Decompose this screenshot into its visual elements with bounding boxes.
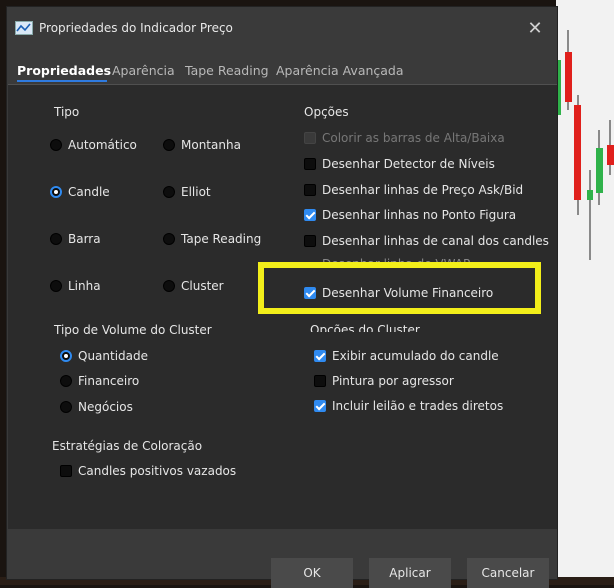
apply-button[interactable]: Aplicar [369,558,451,588]
cancel-button[interactable]: Cancelar [467,558,549,588]
tab-aparencia[interactable]: Aparência [112,63,175,78]
close-icon: ✕ [527,18,543,39]
checkbox-detector-niveis-label: Desenhar Detector de Níveis [322,157,495,171]
background-chart [556,0,614,585]
radio-tape-reading-label: Tape Reading [181,232,262,246]
title-bar[interactable]: Propriedades do Indicador Preço ✕ [7,7,557,51]
radio-financeiro[interactable] [60,375,72,387]
radio-elliot[interactable] [163,186,175,198]
checkbox-candles-vazados-label: Candles positivos vazados [78,464,237,478]
checkbox-preco-ask-bid[interactable] [304,184,316,196]
checkbox-pintura-agressor[interactable] [314,375,326,387]
radio-barra-label: Barra [68,232,101,246]
checkbox-acumulado-candle[interactable] [314,350,326,362]
checkbox-canal-candles-label: Desenhar linhas de canal dos candles [322,234,549,248]
opcoes-heading: Opções [304,105,349,119]
radio-candle-label: Candle [68,185,110,199]
checkbox-ponto-figura-label: Desenhar linhas no Ponto Figura [322,208,517,222]
checkbox-colorir-barras[interactable] [304,132,316,144]
close-button[interactable]: ✕ [521,17,549,41]
checkbox-detector-niveis[interactable] [304,158,316,170]
checkbox-leilao-trades-label: Incluir leilão e trades diretos [332,399,504,413]
radio-quantidade-label: Quantidade [78,349,149,363]
radio-negocios[interactable] [60,401,72,413]
active-tab-indicator [17,80,107,82]
radio-tape-reading[interactable] [163,233,175,245]
tab-propriedades[interactable]: Propriedades [17,63,111,78]
candle-chart [556,30,614,260]
estrategias-heading: Estratégias de Coloração [52,439,203,453]
chart-line-icon [15,21,33,35]
highlight-box [258,262,541,314]
radio-elliot-label: Elliot [181,185,211,199]
radio-negocios-label: Negócios [78,400,133,414]
radio-financeiro-label: Financeiro [78,374,140,388]
radio-cluster-label: Cluster [181,279,224,293]
tab-tape-reading[interactable]: Tape Reading [185,63,269,78]
checkbox-leilao-trades[interactable] [314,400,326,412]
tipo-heading: Tipo [54,105,80,119]
checkbox-colorir-barras-label: Colorir as barras de Alta/Baixa [322,131,505,145]
ok-button[interactable]: OK [271,558,353,588]
checkbox-candles-vazados[interactable] [60,465,72,477]
radio-linha-label: Linha [68,279,101,293]
volume-cluster-heading: Tipo de Volume do Cluster [54,323,212,337]
checkbox-pintura-agressor-label: Pintura por agressor [332,374,454,388]
tab-aparencia-avancada[interactable]: Aparência Avançada [276,63,404,78]
checkbox-preco-ask-bid-label: Desenhar linhas de Preço Ask/Bid [322,183,524,197]
radio-barra[interactable] [50,233,62,245]
radio-quantidade[interactable] [60,350,72,362]
radio-automatico-label: Automático [68,138,137,152]
checkbox-ponto-figura[interactable] [304,209,316,221]
radio-cluster[interactable] [163,280,175,292]
window-title: Propriedades do Indicador Preço [39,21,233,35]
radio-candle[interactable] [50,186,62,198]
radio-montanha[interactable] [163,139,175,151]
radio-automatico[interactable] [50,139,62,151]
checkbox-canal-candles[interactable] [304,235,316,247]
radio-montanha-label: Montanha [181,138,241,152]
radio-linha[interactable] [50,280,62,292]
opcoes-cluster-heading: Opções do Cluster [310,323,420,332]
checkbox-acumulado-candle-label: Exibir acumulado do candle [332,349,499,363]
